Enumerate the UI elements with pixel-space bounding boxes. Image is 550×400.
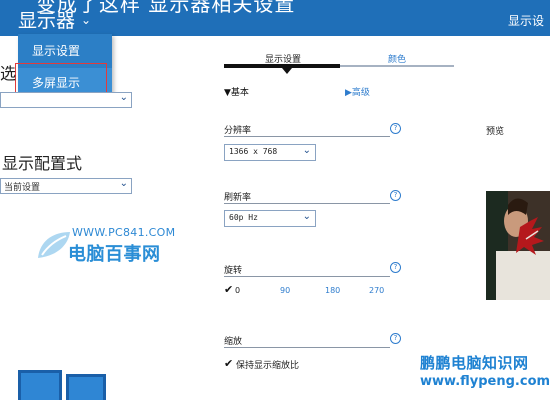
check-icon: ✔	[224, 283, 234, 296]
refresh-rate-label: 刷新率	[224, 193, 252, 203]
help-icon[interactable]: ?	[390, 123, 401, 134]
scaling-label: 缩放	[224, 337, 243, 347]
watermark-url: WWW.PC841.COM	[72, 226, 176, 239]
divider	[224, 276, 390, 277]
display-config-title: 显示配置式	[2, 154, 83, 173]
tab-underline	[340, 65, 454, 67]
help-icon[interactable]: ?	[390, 262, 401, 273]
basic-mode-toggle[interactable]: ▼基本	[224, 85, 249, 98]
display-config-select[interactable]: 当前设置 ⌄	[0, 178, 132, 194]
rotation-option-180[interactable]: 180	[325, 286, 340, 295]
display-config-value: 当前设置	[4, 183, 41, 193]
help-icon[interactable]: ?	[390, 333, 401, 344]
rotation-label: 旋转	[224, 266, 243, 276]
watermark-bottom-url: www.flypeng.com	[420, 374, 550, 389]
chevron-down-icon: ⌄	[119, 92, 128, 103]
divider	[224, 347, 390, 348]
watermark-bottom-name: 鹏鹏电脑知识网	[420, 354, 529, 372]
resolution-select[interactable]: 1366 x 768 ⌄	[224, 144, 316, 161]
help-icon[interactable]: ?	[390, 190, 401, 201]
page-title: 显示器	[18, 10, 76, 32]
chevron-down-icon: ⌄	[302, 211, 311, 222]
header-right-label: 显示设	[508, 14, 545, 28]
resolution-value: 1366 x 768	[229, 147, 278, 156]
multiple-monitors-icon	[18, 370, 106, 400]
left-section-title: 选	[0, 64, 17, 83]
rotation-option-270[interactable]: 270	[369, 286, 384, 295]
preview-image	[486, 191, 550, 300]
tab-pointer-icon	[282, 68, 292, 74]
chevron-down-icon: ⌄	[302, 145, 311, 156]
refresh-rate-select[interactable]: 60p Hz ⌄	[224, 210, 316, 227]
resolution-label: 分辨率	[224, 126, 252, 136]
chevron-down-icon: ⌄	[81, 12, 92, 27]
preview-label: 预览	[486, 127, 505, 137]
rotation-option-90[interactable]: 90	[280, 286, 290, 295]
display-menu-toggle[interactable]: 显示器 ⌄	[18, 6, 91, 33]
tab-color[interactable]: 颜色	[340, 52, 454, 65]
menu-item-display-settings[interactable]: 显示设置	[18, 36, 112, 66]
preview-photo-icon	[486, 191, 550, 300]
divider	[224, 136, 390, 137]
chevron-down-icon: ⌄	[119, 178, 128, 189]
keep-scaling-option[interactable]: 保持显示缩放比	[236, 358, 299, 371]
check-icon[interactable]: ✔	[224, 357, 233, 370]
divider	[224, 203, 390, 204]
watermark-name: 电脑百事网	[68, 244, 161, 265]
advanced-mode-link[interactable]: ▶高级	[345, 85, 370, 98]
rotation-option-0[interactable]: 0	[235, 286, 240, 295]
refresh-rate-value: 60p Hz	[229, 213, 258, 222]
left-select-1[interactable]: ⌄	[0, 92, 132, 108]
